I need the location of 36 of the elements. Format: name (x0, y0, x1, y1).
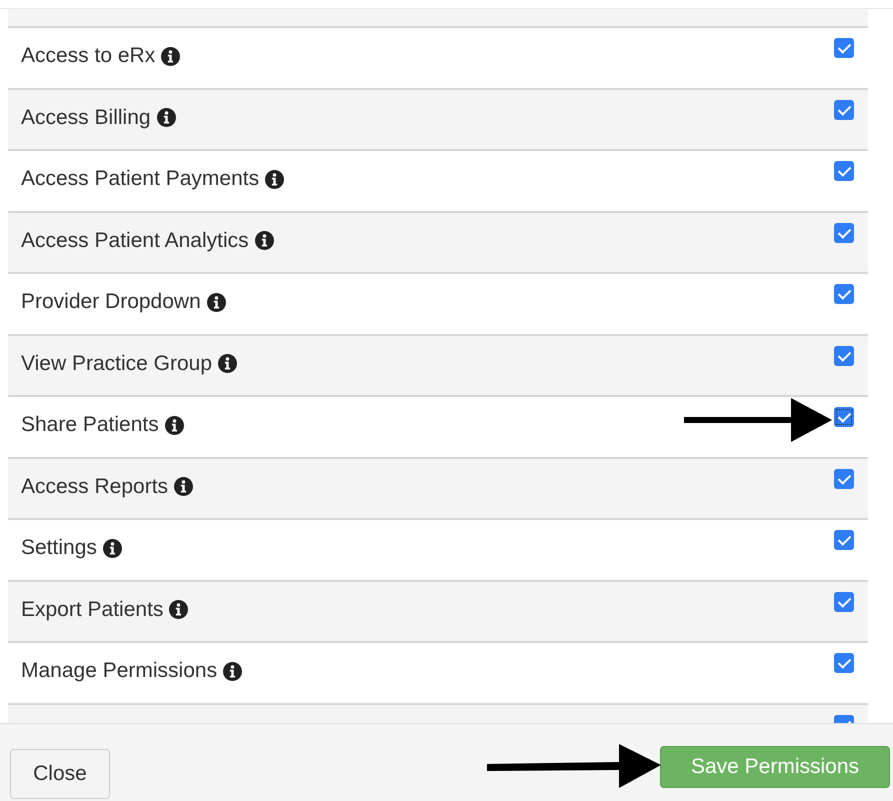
permission-label: Manage Permissions (21, 659, 218, 683)
permission-label: Export Patients (21, 598, 164, 622)
permission-checkbox[interactable] (834, 653, 854, 673)
permission-checkbox[interactable] (834, 161, 854, 181)
info-icon[interactable] (102, 538, 122, 558)
permission-label: Access Patient Analytics (21, 228, 249, 252)
close-button[interactable]: Close (10, 749, 110, 799)
permission-checkbox[interactable] (834, 100, 854, 120)
arrow-icon (684, 398, 832, 442)
permission-label: Provider Dropdown (21, 290, 201, 314)
permission-label: Settings (21, 536, 97, 560)
permission-label: Access Reports (21, 474, 168, 498)
info-icon[interactable] (206, 292, 226, 312)
permission-label: Access to eRx (21, 44, 156, 68)
info-icon[interactable] (156, 108, 176, 127)
permission-checkbox[interactable] (834, 222, 854, 242)
info-icon[interactable] (254, 231, 274, 250)
info-icon[interactable] (223, 662, 242, 680)
info-icon[interactable] (174, 477, 194, 496)
info-icon[interactable] (164, 416, 184, 434)
permission-label: Access Billing (21, 106, 151, 130)
info-icon[interactable] (161, 46, 180, 66)
permission-checkbox[interactable] (834, 346, 854, 366)
permission-checkbox[interactable] (834, 592, 854, 612)
permission-checkbox[interactable] (834, 284, 854, 304)
permission-label: Access Patient Payments (21, 167, 260, 191)
permission-label: View Practice Group (21, 352, 212, 376)
info-icon[interactable] (169, 600, 188, 619)
info-icon[interactable] (265, 170, 284, 188)
permission-checkbox[interactable] (834, 38, 854, 58)
permission-checkbox[interactable] (834, 407, 854, 427)
permission-checkbox[interactable] (834, 468, 854, 488)
info-icon[interactable] (218, 354, 238, 373)
arrow-icon (487, 744, 661, 788)
permission-label: Share Patients (21, 413, 159, 437)
permission-checkbox[interactable] (834, 530, 854, 550)
